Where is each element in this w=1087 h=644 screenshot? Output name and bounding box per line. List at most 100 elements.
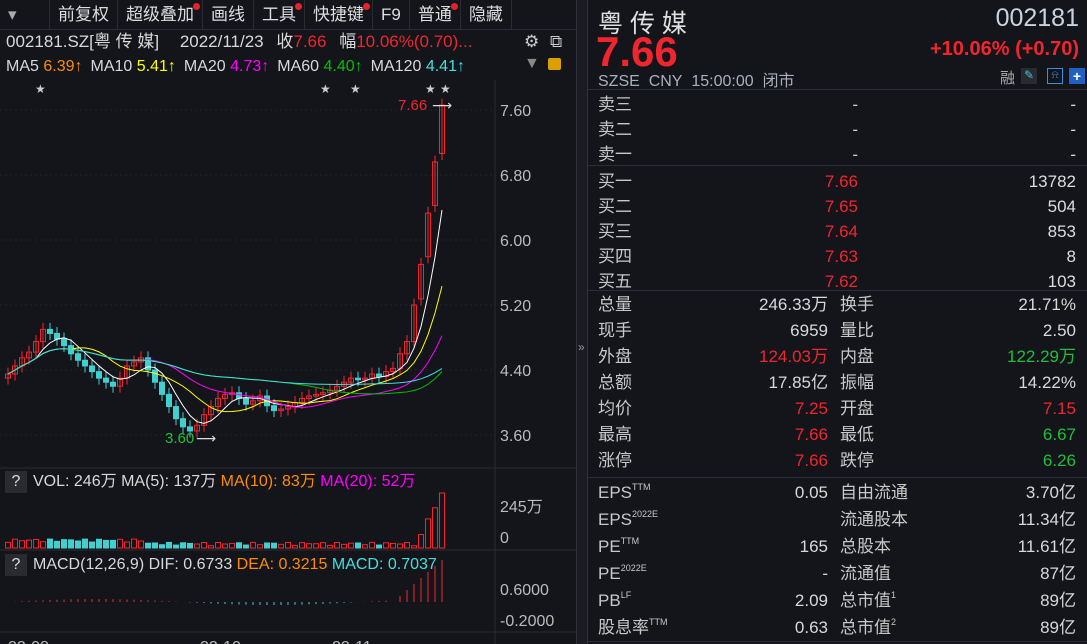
fund-label: PBLF — [598, 588, 631, 613]
fund-label: 流通值 — [840, 561, 891, 586]
volume-bar — [6, 542, 11, 548]
macd-dea: DEA: 0.3215 — [237, 556, 328, 573]
price-tick-label: 3.60 — [500, 428, 531, 445]
vol-ma10: MA(10): 83万 — [221, 473, 316, 490]
level-label: 买三 — [598, 219, 632, 244]
date-tick-label: 22-11 — [332, 639, 372, 644]
fund-label: EPSTTM — [598, 480, 651, 505]
chart-toolbar: ▾ 前复权超级叠加画线工具快捷键F9普通隐藏 — [0, 0, 576, 30]
toolbar-item-1[interactable]: 超级叠加 — [118, 0, 203, 30]
toolbar-menu-icon[interactable]: ▾ — [0, 0, 50, 30]
candle-body — [104, 378, 109, 382]
stat-value: 124.03万 — [759, 344, 828, 369]
ma-value: 4.73↑ — [230, 58, 269, 75]
candle-body — [272, 406, 277, 411]
event-star-icon: ★ — [425, 82, 436, 96]
order-book-row: 买二7.65504 — [598, 194, 1078, 219]
stat-value: 2.50 — [1043, 318, 1076, 343]
lock-icon[interactable] — [548, 58, 561, 70]
currency: CNY — [649, 73, 683, 90]
fund-label: PETTM — [598, 534, 639, 559]
volume-bar — [398, 544, 403, 548]
fundamental-row: PETTM165总股本11.61亿 — [598, 534, 1078, 559]
volume-bar — [202, 543, 207, 548]
volume-bar — [230, 543, 235, 548]
fund-value: 0.05 — [795, 480, 828, 505]
volume-bar — [41, 542, 46, 548]
range-label: 幅 — [339, 32, 356, 51]
toolbar-item-6[interactable]: 普通 — [410, 0, 461, 30]
fundamental-row: EPS2022E流通股本11.34亿 — [598, 507, 1078, 532]
dropdown-triangle-icon[interactable]: ▼ — [524, 55, 540, 73]
candle-body — [111, 382, 116, 386]
volume-bar — [97, 539, 102, 548]
stat-value: 7.66 — [795, 448, 828, 473]
alert-bell-icon[interactable]: ⍾ — [1047, 68, 1063, 84]
vol-ma20: MA(20): 52万 — [320, 473, 415, 490]
volume-bar — [265, 543, 270, 548]
close-label: 收 — [276, 32, 293, 51]
toolbar-item-5[interactable]: F9 — [373, 0, 410, 30]
candle-body — [244, 398, 249, 404]
toolbar-item-7[interactable]: 隐藏 — [461, 0, 512, 30]
low-arrow-icon: ⟶ — [196, 430, 216, 446]
candle-body — [356, 378, 361, 380]
stat-label: 开盘 — [840, 396, 874, 421]
add-watchlist-icon[interactable]: + — [1069, 68, 1085, 84]
volume-bar — [160, 545, 165, 548]
volume-bar — [188, 543, 193, 548]
panel-collapse-handle[interactable]: » — [576, 0, 588, 644]
fund-value: 0.63 — [795, 615, 828, 640]
candle-body — [160, 382, 165, 394]
vol-help-button[interactable]: ? — [5, 471, 27, 493]
ma-value: 5.41↑ — [137, 58, 176, 75]
fund-label: 总市值1 — [840, 588, 896, 613]
ma-value: 6.39↑ — [43, 58, 82, 75]
toolbar-item-2[interactable]: 画线 — [203, 0, 254, 30]
edit-pencil-icon[interactable]: ✎ — [1021, 68, 1037, 84]
toolbar-item-0[interactable]: 前复权 — [50, 0, 118, 30]
price-tick-label: 5.20 — [500, 298, 531, 315]
fund-label: EPS2022E — [598, 507, 658, 532]
price-tick-label: 7.60 — [500, 103, 531, 120]
stat-label: 总量 — [598, 292, 632, 317]
candle-body — [48, 329, 53, 333]
level-price: - — [852, 92, 858, 117]
stat-row: 总额17.85亿振幅14.22% — [598, 370, 1078, 395]
level-volume: - — [1070, 142, 1076, 167]
settings-gear-icon[interactable]: ⚙ — [524, 30, 539, 54]
ma-label: MA10 — [91, 58, 133, 75]
ma-label: MA60 — [277, 58, 319, 75]
vol-tick-label: 0 — [500, 530, 509, 547]
volume-bar — [209, 546, 214, 548]
level-volume: - — [1070, 92, 1076, 117]
level-label: 卖三 — [598, 92, 632, 117]
volume-bar — [132, 539, 137, 548]
order-book-row: 买一7.6613782 — [598, 169, 1078, 194]
level-price: 7.65 — [825, 194, 858, 219]
toolbar-item-3[interactable]: 工具 — [254, 0, 305, 30]
fund-label: 股息率TTM — [598, 615, 668, 640]
stat-value: 7.15 — [1043, 396, 1076, 421]
volume-bar — [244, 545, 249, 548]
screen-cast-icon[interactable]: ⧉ — [550, 30, 562, 54]
price-tick-label: 6.80 — [500, 168, 531, 185]
toolbar-item-4[interactable]: 快捷键 — [305, 0, 373, 30]
quote-panel: 粤 传 媒 002181 7.66 +10.06% (+0.70) SZSE C… — [588, 0, 1087, 644]
stat-value: 21.71% — [1018, 292, 1076, 317]
fund-value: - — [822, 561, 828, 586]
stat-value: 122.29万 — [1007, 344, 1076, 369]
volume-bar — [279, 544, 284, 548]
macd-value: MACD: 0.7037 — [332, 556, 437, 573]
volume-bar — [146, 543, 151, 548]
high-arrow-icon: ⟶ — [432, 97, 452, 113]
stock-code: 002181 — [996, 4, 1079, 33]
order-book-row: 买三7.64853 — [598, 219, 1078, 244]
volume-bar — [363, 545, 368, 548]
stock-info-line: 002181.SZ[粤 传 媒] 2022/11/23 收7.66 幅10.06… — [6, 30, 576, 54]
stat-row: 外盘124.03万内盘122.29万 — [598, 344, 1078, 369]
volume-bar — [293, 545, 298, 548]
fundamental-row: PE2022E-流通值87亿 — [598, 561, 1078, 586]
level-volume: 13782 — [1029, 169, 1076, 194]
macd-help-button[interactable]: ? — [5, 554, 27, 576]
